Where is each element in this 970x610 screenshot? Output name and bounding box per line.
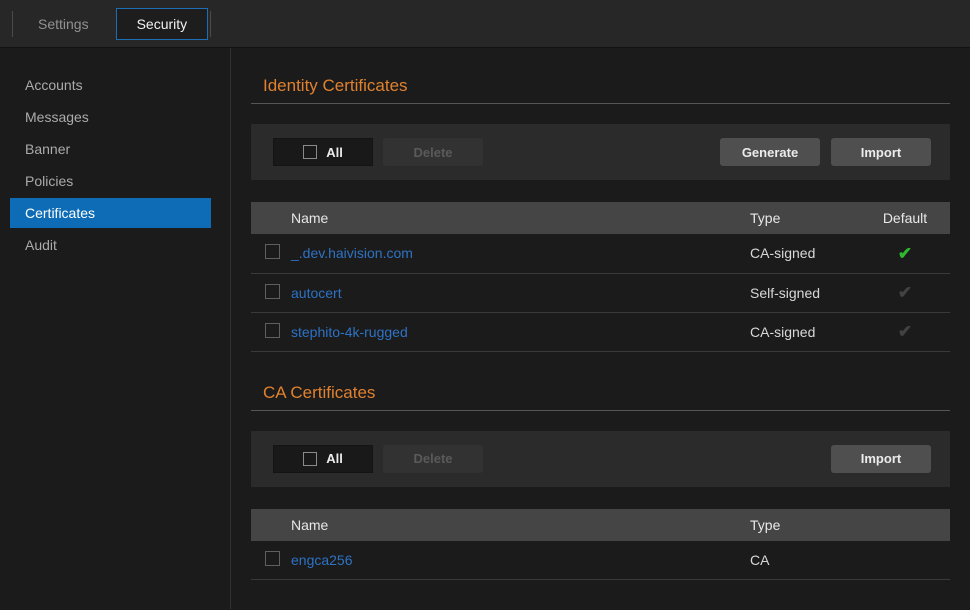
certificate-type: CA-signed	[750, 312, 860, 351]
row-checkbox[interactable]	[265, 284, 280, 299]
import-button[interactable]: Import	[831, 138, 931, 166]
table-header-row: Name Type	[251, 509, 950, 541]
ca-select-all-button[interactable]: All	[273, 445, 373, 473]
certificate-name-link[interactable]: _.dev.haivision.com	[291, 245, 413, 261]
name-column-header: Name	[291, 509, 750, 541]
sidebar-item-banner[interactable]: Banner	[0, 133, 230, 165]
row-checkbox[interactable]	[265, 551, 280, 566]
ca-certificates-title: CA Certificates	[251, 352, 950, 411]
certificate-type: CA	[750, 541, 860, 580]
certificate-name-link[interactable]: engca256	[291, 552, 353, 568]
identity-toolbar: All Delete Generate Import	[251, 124, 950, 180]
table-row: engca256 CA	[251, 541, 950, 580]
tab-divider	[210, 11, 211, 37]
sidebar-item-accounts[interactable]: Accounts	[0, 69, 230, 101]
certificate-name-link[interactable]: stephito-4k-rugged	[291, 324, 408, 340]
select-all-checkbox[interactable]	[303, 145, 317, 159]
sidebar-item-audit[interactable]: Audit	[0, 229, 230, 261]
identity-certificates-table: Name Type Default _.dev.haivision.com CA-…	[251, 202, 950, 352]
certificate-type: CA-signed	[750, 234, 860, 273]
topbar: Settings Security	[0, 0, 970, 48]
table-row: _.dev.haivision.com CA-signed ✔	[251, 234, 950, 273]
ca-select-all-label: All	[326, 451, 343, 466]
ca-import-button[interactable]: Import	[831, 445, 931, 473]
type-column-header: Type	[750, 202, 860, 234]
select-all-button[interactable]: All	[273, 138, 373, 166]
row-checkbox[interactable]	[265, 323, 280, 338]
tab-divider	[12, 11, 13, 37]
not-default-check-icon[interactable]: ✔	[898, 322, 912, 341]
ca-delete-button[interactable]: Delete	[383, 445, 483, 473]
checkbox-column-header	[251, 202, 291, 234]
not-default-check-icon[interactable]: ✔	[898, 283, 912, 302]
identity-certificates-title: Identity Certificates	[251, 48, 950, 104]
delete-button[interactable]: Delete	[383, 138, 483, 166]
type-column-header: Type	[750, 509, 860, 541]
certificate-type: Self-signed	[750, 273, 860, 312]
select-all-label: All	[326, 145, 343, 160]
default-column-header: Default	[860, 202, 950, 234]
main-content: Identity Certificates All Delete Generat…	[231, 48, 970, 609]
ca-select-all-checkbox[interactable]	[303, 452, 317, 466]
generate-button[interactable]: Generate	[720, 138, 820, 166]
empty-column-header	[860, 509, 950, 541]
row-checkbox[interactable]	[265, 244, 280, 259]
table-row: autocert Self-signed ✔	[251, 273, 950, 312]
checkbox-column-header	[251, 509, 291, 541]
certificate-name-link[interactable]: autocert	[291, 285, 342, 301]
ca-certificates-table: Name Type engca256 CA	[251, 509, 950, 581]
sidebar-item-policies[interactable]: Policies	[0, 165, 230, 197]
name-column-header: Name	[291, 202, 750, 234]
tab-settings[interactable]: Settings	[21, 8, 106, 40]
sidebar-item-certificates[interactable]: Certificates	[10, 198, 211, 228]
sidebar: Accounts Messages Banner Policies Certif…	[0, 48, 231, 609]
default-check-icon[interactable]: ✔	[898, 244, 912, 263]
table-row: stephito-4k-rugged CA-signed ✔	[251, 312, 950, 351]
tab-security[interactable]: Security	[116, 8, 209, 40]
ca-toolbar: All Delete Import	[251, 431, 950, 487]
table-header-row: Name Type Default	[251, 202, 950, 234]
sidebar-item-messages[interactable]: Messages	[0, 101, 230, 133]
